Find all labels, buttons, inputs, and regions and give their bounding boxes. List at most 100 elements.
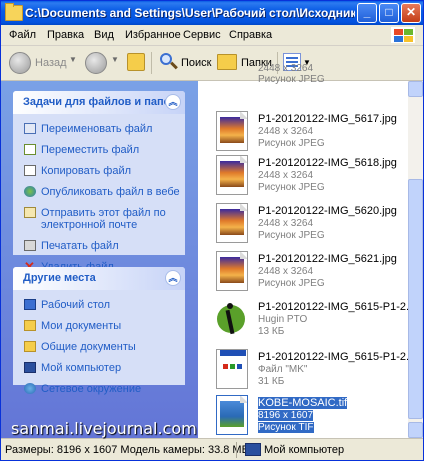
menu-help[interactable]: Справка xyxy=(229,29,272,41)
task-print[interactable]: Печатать файл xyxy=(13,238,185,254)
place-desktop[interactable]: Рабочий стол xyxy=(13,297,185,313)
file-name: P1-20120122-IMG_5615-P1-2... xyxy=(258,301,416,313)
window-title: C:\Documents and Settings\User\Рабочий с… xyxy=(25,6,355,20)
back-arrow-icon[interactable] xyxy=(9,52,31,74)
collapse-chevron-icon[interactable]: ︽ xyxy=(165,94,181,110)
task-email[interactable]: Отправить этот файл по электронной почте xyxy=(13,205,185,233)
web-publish-icon xyxy=(24,186,36,197)
email-icon xyxy=(24,207,36,218)
tasks-panel-title: Задачи для файлов и папок xyxy=(23,96,176,108)
places-panel-header[interactable]: Другие места ︽ xyxy=(13,267,185,290)
task-rename[interactable]: Переименовать файл xyxy=(13,121,185,137)
file-name: P1-20120122-IMG_5621.jpg xyxy=(258,253,397,265)
task-publish-web[interactable]: Опубликовать файл в вебе xyxy=(13,184,185,200)
file-type: Рисунок JPEG xyxy=(258,138,325,149)
tasks-panel-header[interactable]: Задачи для файлов и папок ︽ xyxy=(13,91,185,114)
status-divider xyxy=(236,442,237,458)
places-panel-title: Другие места xyxy=(23,272,96,284)
menu-edit[interactable]: Правка xyxy=(47,29,84,41)
file-type: Файл "MK" xyxy=(258,364,308,375)
title-bar[interactable]: C:\Documents and Settings\User\Рабочий с… xyxy=(1,1,423,25)
jpeg-file-icon xyxy=(216,251,248,291)
task-label: Переименовать файл xyxy=(41,123,153,135)
forward-dropdown-icon[interactable]: ▼ xyxy=(111,55,119,64)
place-my-documents[interactable]: Мои документы xyxy=(13,318,185,334)
my-documents-icon xyxy=(24,320,36,331)
place-label: Общие документы xyxy=(41,341,136,353)
file-item[interactable]: P1-20120122-IMG_5615-P1-2... Файл "MK" 3… xyxy=(216,347,415,393)
collapse-chevron-icon[interactable]: ︽ xyxy=(165,270,181,286)
desktop-icon xyxy=(24,299,36,310)
file-item[interactable]: P1-20120122-IMG_5620.jpg 2448 x 3264 Рис… xyxy=(216,201,406,247)
hugin-file-icon xyxy=(216,299,248,339)
file-item-partial[interactable]: 2448 x 3264 Рисунок JPEG xyxy=(216,63,406,85)
generic-file-icon xyxy=(216,349,248,389)
vertical-scrollbar[interactable] xyxy=(408,81,423,438)
file-size: 13 КБ xyxy=(258,326,285,337)
file-list: 2448 x 3264 Рисунок JPEG P1-20120122-IMG… xyxy=(198,63,415,439)
file-type: Рисунок JPEG xyxy=(258,278,325,289)
file-dimensions: 8196 x 1607 xyxy=(258,410,314,421)
task-label: Копировать файл xyxy=(41,165,132,177)
jpeg-file-icon xyxy=(216,111,248,151)
place-my-computer[interactable]: Мой компьютер xyxy=(13,360,185,376)
close-button[interactable]: ✕ xyxy=(401,3,421,23)
tif-file-icon xyxy=(216,395,248,435)
task-move[interactable]: Переместить файл xyxy=(13,142,185,158)
task-label: Переместить файл xyxy=(41,144,140,156)
status-location: Мой компьютер xyxy=(264,444,345,456)
file-type: Рисунок JPEG xyxy=(258,230,325,241)
folder-up-icon[interactable] xyxy=(127,53,145,71)
maximize-button[interactable]: □ xyxy=(379,3,399,23)
menu-bar: Файл Правка Вид Избранное Сервис Справка xyxy=(1,25,423,46)
scroll-up-button[interactable] xyxy=(408,81,423,97)
folder-icon xyxy=(5,3,23,21)
search-button[interactable]: Поиск xyxy=(181,57,211,69)
file-name: P1-20120122-IMG_5617.jpg xyxy=(258,113,397,125)
place-label: Рабочий стол xyxy=(41,299,111,311)
place-label: Мой компьютер xyxy=(41,362,122,374)
windows-logo-icon xyxy=(391,27,415,43)
file-name: KOBE-MOSAIC.tif xyxy=(258,397,348,409)
copy-icon xyxy=(24,165,36,176)
file-item-selected[interactable]: KOBE-MOSAIC.tif 8196 x 1607 Рисунок TIF xyxy=(216,393,406,439)
place-label: Сетевое окружение xyxy=(41,383,142,395)
network-icon xyxy=(24,383,36,394)
file-name: P1-20120122-IMG_5618.jpg xyxy=(258,157,397,169)
folders-icon[interactable] xyxy=(217,54,237,70)
place-shared-documents[interactable]: Общие документы xyxy=(13,339,185,355)
file-item[interactable]: P1-20120122-IMG_5617.jpg 2448 x 3264 Рис… xyxy=(216,109,406,155)
menu-file[interactable]: Файл xyxy=(9,29,36,41)
scroll-down-button[interactable] xyxy=(408,422,423,438)
file-dimensions: 2448 x 3264 xyxy=(258,266,314,277)
scroll-thumb[interactable] xyxy=(408,179,423,419)
task-label: Отправить этот файл по электронной почте xyxy=(41,207,166,231)
watermark: sanmai.livejournal.com xyxy=(11,419,197,438)
file-type: Рисунок TIF xyxy=(258,422,314,433)
task-label: Опубликовать файл в вебе xyxy=(41,186,180,198)
place-label: Мои документы xyxy=(41,320,122,332)
toolbar-divider xyxy=(151,52,152,74)
file-name: P1-20120122-IMG_5620.jpg xyxy=(258,205,397,217)
task-copy[interactable]: Копировать файл xyxy=(13,163,185,179)
file-dimensions: 2448 x 3264 xyxy=(258,126,314,137)
file-type: Рисунок JPEG xyxy=(258,74,325,85)
menu-view[interactable]: Вид xyxy=(94,29,114,41)
file-item[interactable]: P1-20120122-IMG_5621.jpg 2448 x 3264 Рис… xyxy=(216,249,406,295)
file-dimensions: 2448 x 3264 xyxy=(258,218,314,229)
file-item[interactable]: P1-20120122-IMG_5618.jpg 2448 x 3264 Рис… xyxy=(216,153,406,199)
task-label: Печатать файл xyxy=(41,240,119,252)
search-icon[interactable] xyxy=(158,52,178,72)
rename-icon xyxy=(24,123,36,134)
place-network[interactable]: Сетевое окружение xyxy=(13,381,185,397)
minimize-button[interactable]: _ xyxy=(357,3,377,23)
task-pane: Задачи для файлов и папок ︽ Переименоват… xyxy=(1,81,198,438)
back-button[interactable]: Назад xyxy=(35,57,67,69)
menu-favorites[interactable]: Избранное xyxy=(125,29,181,41)
forward-arrow-icon[interactable] xyxy=(85,52,107,74)
file-dimensions: 2448 x 3264 xyxy=(258,170,314,181)
tasks-panel: Задачи для файлов и папок ︽ Переименоват… xyxy=(13,91,185,273)
file-item[interactable]: P1-20120122-IMG_5615-P1-2... Hugin PTO 1… xyxy=(216,297,415,343)
back-dropdown-icon[interactable]: ▼ xyxy=(69,55,77,64)
menu-tools[interactable]: Сервис xyxy=(183,29,221,41)
